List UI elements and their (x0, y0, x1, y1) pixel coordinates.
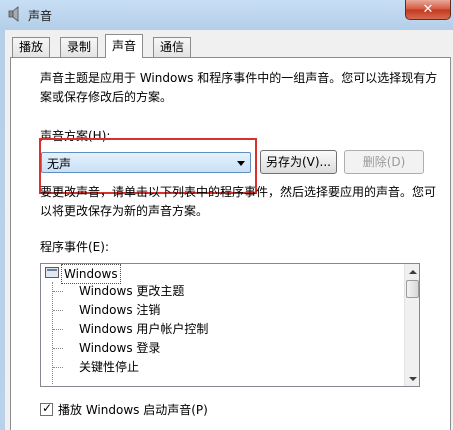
checkmark-icon: ✓ (42, 401, 53, 415)
tab-communications[interactable]: 通信 (153, 37, 192, 57)
tree-branch (53, 367, 63, 368)
scroll-down-icon[interactable] (409, 377, 417, 381)
dialog-body: 播放 录制 声音 通信 声音主题是应用于 Windows 和程序事件中的一组声音… (5, 30, 453, 430)
window-icon (45, 267, 59, 278)
scroll-up-icon[interactable] (409, 270, 417, 274)
description-line-1: 声音主题是应用于 Windows 和程序事件中的一组声音。您可以选择现有方 (40, 71, 438, 85)
startup-sound-label[interactable]: 播放 Windows 启动声音(P) (58, 401, 208, 418)
program-events-list[interactable]: Windows Windows 更改主题 Windows 注销 Windows … (40, 263, 420, 387)
tab-sounds[interactable]: 声音 (105, 34, 144, 58)
close-icon: ✕ (422, 2, 434, 17)
list-item[interactable]: Windows 用户帐户控制 (79, 320, 208, 338)
save-as-button[interactable]: 另存为(V)... (260, 150, 337, 174)
list-item-label: Windows (61, 264, 121, 284)
close-button[interactable]: ✕ (405, 0, 451, 20)
scroll-thumb[interactable] (406, 280, 419, 298)
tree-line (52, 282, 53, 384)
speaker-icon (8, 6, 19, 22)
list-item[interactable]: Windows 更改主题 (79, 282, 184, 300)
tab-playback[interactable]: 播放 (12, 37, 51, 57)
description-line-2: 案或保存修改后的方案。 (40, 90, 173, 104)
list-item[interactable]: Windows 登录 (79, 339, 160, 357)
startup-sound-checkbox[interactable]: ✓ (40, 401, 53, 416)
tab-recording[interactable]: 录制 (60, 37, 99, 57)
list-item[interactable]: Windows 注销 (79, 301, 160, 319)
instructions-line-1: 要更改声音，请单击以下列表中的程序事件，然后选择要应用的声音。您可 (40, 185, 437, 199)
delete-button[interactable]: 删除(D) (344, 150, 424, 174)
sounds-tab-panel: 声音主题是应用于 Windows 和程序事件中的一组声音。您可以选择现有方 案或… (10, 57, 451, 430)
tree-branch (53, 348, 63, 349)
tree-branch (53, 291, 63, 292)
title-bar: 声音 ✕ (0, 0, 453, 30)
window-title: 声音 (28, 9, 53, 23)
list-scrollbar[interactable] (404, 264, 419, 386)
tree-branch (53, 310, 63, 311)
list-item-group[interactable]: Windows (41, 264, 403, 284)
list-item[interactable]: 关键性停止 (79, 358, 139, 376)
sound-dialog-window: 声音 ✕ 播放 录制 声音 通信 声音主题是应用于 Windows 和程序事件中… (0, 0, 453, 430)
tree-branch (53, 329, 63, 330)
instructions-line-2: 以将更改保存为新的声音方案。 (40, 204, 209, 218)
events-label: 程序事件(E): (40, 240, 109, 254)
